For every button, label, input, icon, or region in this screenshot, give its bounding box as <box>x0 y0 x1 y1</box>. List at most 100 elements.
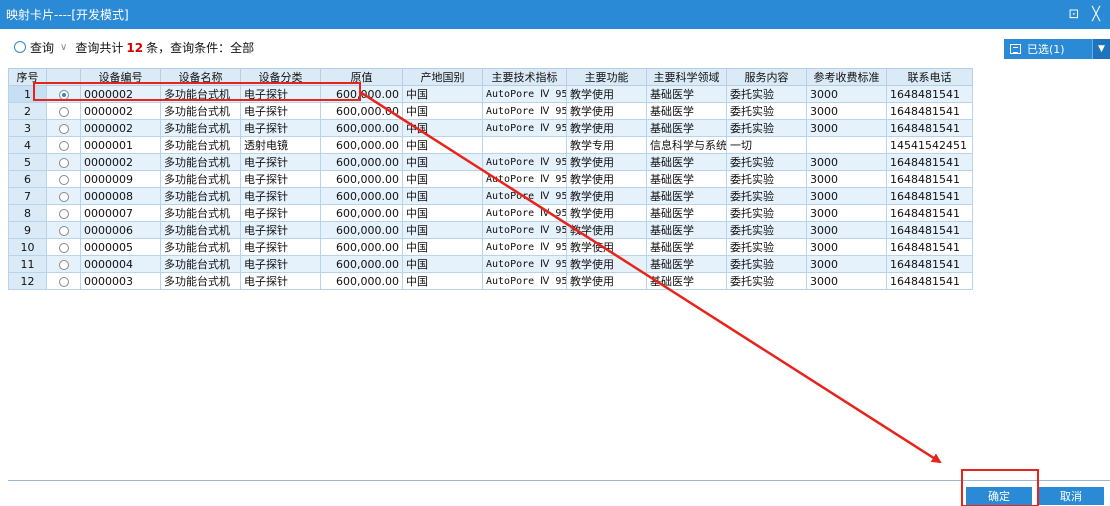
table-row[interactable]: 2 0000002 多功能台式机 电子探针 600,000.00 中国 AutoPore Ⅳ… <box>8 102 973 120</box>
column-header[interactable] <box>46 68 81 86</box>
cell-field: 基础医学 <box>646 85 727 103</box>
row-number: 12 <box>8 272 47 290</box>
cell-value: 600,000.00 <box>320 204 403 222</box>
table-body: 1 0000002 多功能台式机 电子探针 600,000.00 中国 AutoPore Ⅳ… <box>8 85 973 290</box>
cell-value: 600,000.00 <box>320 255 403 273</box>
row-number: 5 <box>8 153 47 171</box>
table-row[interactable]: 9 0000006 多功能台式机 电子探针 600,000.00 中国 AutoPore Ⅳ… <box>8 221 973 239</box>
table-row[interactable]: 7 0000008 多功能台式机 电子探针 600,000.00 中国 AutoPore Ⅳ… <box>8 187 973 205</box>
confirm-button[interactable]: 确定 <box>966 487 1032 505</box>
row-radio[interactable] <box>58 191 69 202</box>
column-header[interactable]: 原值 <box>320 68 403 86</box>
cell-field: 基础医学 <box>646 102 727 120</box>
row-radio[interactable] <box>58 259 69 270</box>
row-select-cell[interactable] <box>46 136 81 154</box>
row-select-cell[interactable] <box>46 153 81 171</box>
row-radio[interactable] <box>58 208 69 219</box>
cell-service: 委托实验 <box>726 272 807 290</box>
column-header[interactable]: 联系电话 <box>886 68 973 86</box>
cell-name: 多功能台式机 <box>160 255 241 273</box>
column-header[interactable]: 产地国别 <box>402 68 483 86</box>
row-select-cell[interactable] <box>46 102 81 120</box>
cell-function: 教学使用 <box>566 170 647 188</box>
row-select-cell[interactable] <box>46 204 81 222</box>
cell-code: 0000002 <box>80 153 161 171</box>
query-summary: 查询共计 12 条，查询条件：全部 <box>75 39 254 56</box>
row-select-cell[interactable] <box>46 272 81 290</box>
row-number: 4 <box>8 136 47 154</box>
chevron-down-icon[interactable]: ∨ <box>60 42 67 53</box>
cell-phone: 1648481541 <box>886 119 973 137</box>
column-header[interactable]: 设备分类 <box>240 68 321 86</box>
cell-function: 教学专用 <box>566 136 647 154</box>
cancel-button[interactable]: 取消 <box>1038 487 1104 505</box>
cell-value: 600,000.00 <box>320 272 403 290</box>
selected-main[interactable]: 已选(1) <box>1004 39 1092 59</box>
cell-country: 中国 <box>402 204 483 222</box>
row-select-cell[interactable] <box>46 238 81 256</box>
row-select-cell[interactable] <box>46 170 81 188</box>
cell-name: 多功能台式机 <box>160 170 241 188</box>
row-radio[interactable] <box>58 140 69 151</box>
row-number: 11 <box>8 255 47 273</box>
cell-service: 委托实验 <box>726 153 807 171</box>
column-header[interactable]: 主要科学领域 <box>646 68 727 86</box>
column-header[interactable]: 设备名称 <box>160 68 241 86</box>
row-select-cell[interactable] <box>46 221 81 239</box>
row-select-cell[interactable] <box>46 255 81 273</box>
column-header[interactable]: 主要功能 <box>566 68 647 86</box>
cell-field: 基础医学 <box>646 170 727 188</box>
table-row[interactable]: 6 0000009 多功能台式机 电子探针 600,000.00 中国 AutoPore Ⅳ… <box>8 170 973 188</box>
column-header[interactable]: 序号 <box>8 68 47 86</box>
cell-country: 中国 <box>402 238 483 256</box>
table-row[interactable]: 3 0000002 多功能台式机 电子探针 600,000.00 中国 AutoPore Ⅳ… <box>8 119 973 137</box>
cell-code: 0000008 <box>80 187 161 205</box>
table-row[interactable]: 8 0000007 多功能台式机 电子探针 600,000.00 中国 AutoPore Ⅳ… <box>8 204 973 222</box>
row-radio[interactable] <box>58 89 69 100</box>
cell-category: 电子探针 <box>240 170 321 188</box>
cell-name: 多功能台式机 <box>160 85 241 103</box>
row-radio[interactable] <box>58 157 69 168</box>
cell-function: 教学使用 <box>566 255 647 273</box>
cell-fee: 3000 <box>806 255 887 273</box>
window-titlebar: 映射卡片----[开发模式] ⊡ ╳ <box>0 0 1110 29</box>
row-select-cell[interactable] <box>46 85 81 103</box>
table-row[interactable]: 1 0000002 多功能台式机 电子探针 600,000.00 中国 AutoPore Ⅳ… <box>8 85 973 103</box>
cell-fee <box>806 136 887 154</box>
column-header[interactable]: 设备编号 <box>80 68 161 86</box>
row-radio[interactable] <box>58 242 69 253</box>
query-button[interactable]: 查询 ∨ <box>14 39 67 56</box>
table-row[interactable]: 4 0000001 多功能台式机 透射电镜 600,000.00 中国 教学专用 信息科学与系… <box>8 136 973 154</box>
cell-spec: AutoPore Ⅳ 9520 <box>482 204 567 222</box>
table-row[interactable]: 11 0000004 多功能台式机 电子探针 600,000.00 中国 AutoPore … <box>8 255 973 273</box>
cell-function: 教学使用 <box>566 187 647 205</box>
row-radio[interactable] <box>58 276 69 287</box>
row-select-cell[interactable] <box>46 187 81 205</box>
column-header[interactable]: 服务内容 <box>726 68 807 86</box>
cell-country: 中国 <box>402 102 483 120</box>
cell-spec: AutoPore Ⅳ 9520 <box>482 170 567 188</box>
cell-fee: 3000 <box>806 85 887 103</box>
table-row[interactable]: 10 0000005 多功能台式机 电子探针 600,000.00 中国 AutoPore … <box>8 238 973 256</box>
cell-name: 多功能台式机 <box>160 238 241 256</box>
row-select-cell[interactable] <box>46 119 81 137</box>
column-header[interactable]: 参考收费标准 <box>806 68 887 86</box>
table-row[interactable]: 5 0000002 多功能台式机 电子探针 600,000.00 中国 AutoPore Ⅳ… <box>8 153 973 171</box>
row-radio[interactable] <box>58 174 69 185</box>
row-radio[interactable] <box>58 106 69 117</box>
restore-icon[interactable]: ⊡ <box>1066 7 1082 23</box>
cell-function: 教学使用 <box>566 153 647 171</box>
row-radio[interactable] <box>58 225 69 236</box>
dropdown-arrow-icon[interactable]: ▼ <box>1092 39 1110 59</box>
cell-code: 0000002 <box>80 102 161 120</box>
row-radio[interactable] <box>58 123 69 134</box>
cell-field: 基础医学 <box>646 187 727 205</box>
cell-phone: 1648481541 <box>886 272 973 290</box>
cell-spec: AutoPore Ⅳ 9520 <box>482 85 567 103</box>
close-icon[interactable]: ╳ <box>1088 7 1104 23</box>
table-row[interactable]: 12 0000003 多功能台式机 电子探针 600,000.00 中国 AutoPore … <box>8 272 973 290</box>
selected-items-button[interactable]: 已选(1) ▼ <box>1004 39 1110 59</box>
cell-category: 电子探针 <box>240 153 321 171</box>
column-header[interactable]: 主要技术指标 <box>482 68 567 86</box>
cell-value: 600,000.00 <box>320 221 403 239</box>
